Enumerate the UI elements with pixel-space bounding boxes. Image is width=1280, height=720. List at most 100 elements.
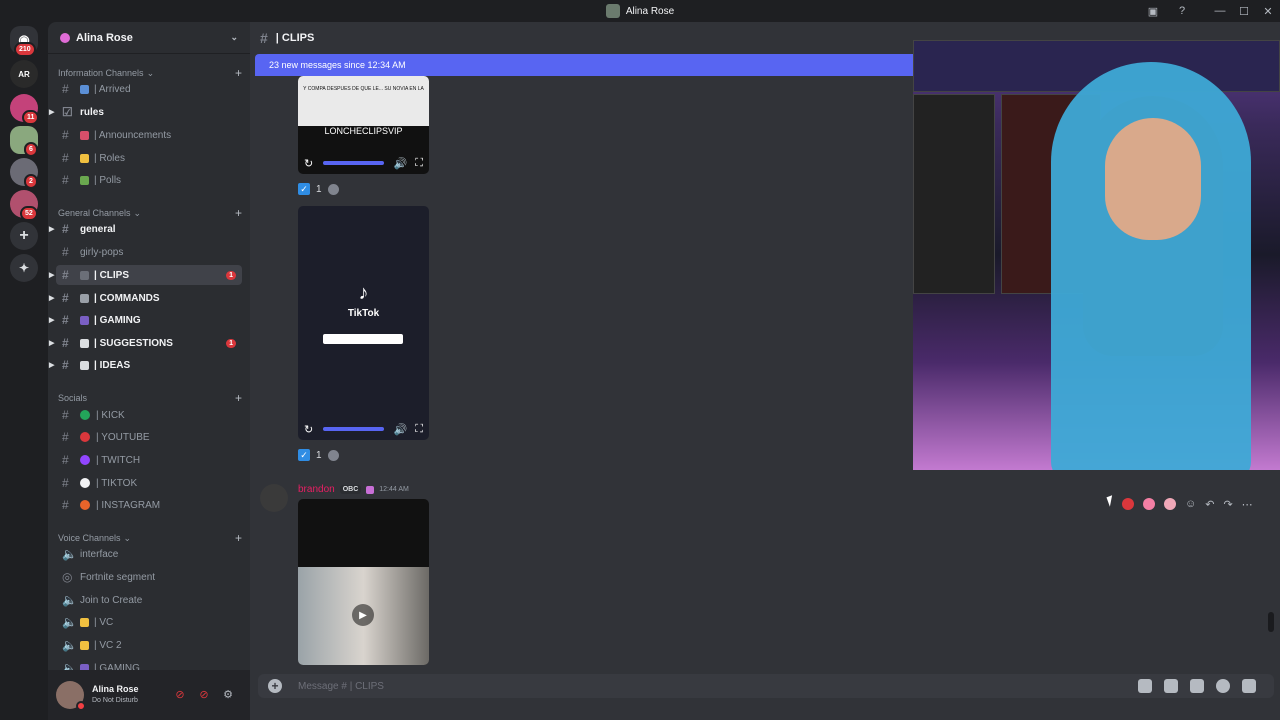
channel-roles[interactable]: # | Roles: [56, 148, 242, 168]
checkmark-reaction-icon[interactable]: ✓: [298, 183, 310, 195]
user-panel[interactable]: Alina Rose Do Not Disturb ⊘ ⊘ ⚙: [48, 670, 250, 720]
channel-label: | CLIPS: [94, 269, 130, 281]
avatar[interactable]: [56, 681, 86, 711]
chart-icon: [80, 175, 89, 185]
tiktok-logo-icon: ♪: [358, 282, 369, 304]
avatar[interactable]: [260, 484, 288, 512]
headphones-deafened-icon[interactable]: ⊘: [196, 686, 212, 702]
notebook-icon: [80, 360, 89, 370]
channel-twitch[interactable]: # | TWITCH: [56, 450, 242, 470]
emoji-icon[interactable]: [1216, 679, 1230, 693]
channel-girly-pops[interactable]: # girly-pops: [56, 242, 242, 262]
mic-muted-icon[interactable]: ⊘: [172, 686, 188, 702]
message-header: brandon OBC 12:44 AM: [298, 484, 409, 495]
voice-vc2[interactable]: 🔈 | VC 2: [56, 635, 242, 655]
reply-icon[interactable]: ↶: [1205, 498, 1214, 511]
channel-clips[interactable]: ▶ # | CLIPS 1: [49, 265, 242, 285]
fullscreen-icon[interactable]: ⛶: [415, 157, 423, 170]
minimize-button[interactable]: —: [1209, 2, 1231, 20]
server-ar[interactable]: AR: [10, 60, 38, 88]
channel-youtube[interactable]: # | YOUTUBE: [56, 427, 242, 447]
server-item[interactable]: 6: [10, 126, 38, 157]
video-attachment[interactable]: ▶: [298, 499, 429, 665]
channel-arrived[interactable]: # | Arrived: [56, 79, 242, 99]
category-general[interactable]: General Channels ⌄ +: [58, 206, 242, 220]
voice-fortnite[interactable]: ◎ Fortnite segment: [56, 567, 242, 587]
channel-kick[interactable]: # | KICK: [56, 405, 242, 425]
heart-reaction-icon[interactable]: [1122, 498, 1134, 510]
voice-join-to-create[interactable]: 🔈 Join to Create: [56, 590, 242, 610]
channel-announcements[interactable]: # | Announcements: [56, 125, 242, 145]
inbox-icon[interactable]: ▣: [1142, 2, 1164, 20]
explore-icon[interactable]: ✦: [10, 254, 38, 282]
gift-icon[interactable]: [1138, 679, 1152, 693]
checkmark-reaction-icon[interactable]: ✓: [298, 449, 310, 461]
channel-label: girly-pops: [80, 246, 124, 258]
video-attachment[interactable]: ♪ TikTok ↻ 🔊 ⛶: [298, 206, 429, 440]
hash-icon: #: [62, 291, 69, 305]
home-button[interactable]: ◉ 210: [10, 26, 38, 57]
add-channel-icon[interactable]: +: [235, 531, 242, 545]
category-information[interactable]: Information Channels ⌄ +: [58, 66, 242, 80]
channel-label: | Announcements: [94, 129, 172, 141]
channel-instagram[interactable]: # | INSTAGRAM: [56, 495, 242, 515]
close-button[interactable]: ✕: [1257, 2, 1279, 20]
video-attachment[interactable]: Y COMPA DESPUES DE QUE LE... SU NOVIA EN…: [298, 76, 429, 174]
controller-icon: [80, 315, 89, 325]
play-icon[interactable]: ▶: [352, 604, 374, 626]
server-item[interactable]: 52: [10, 190, 38, 221]
message-input[interactable]: Message # | CLIPS: [298, 681, 384, 692]
volume-icon[interactable]: 🔊: [394, 423, 408, 436]
channel-gaming[interactable]: ▶ # | GAMING: [49, 310, 242, 330]
channel-commands[interactable]: ▶ # | COMMANDS: [49, 288, 242, 308]
gif-icon[interactable]: [1164, 679, 1178, 693]
add-reaction-icon[interactable]: [327, 449, 339, 461]
category-voice[interactable]: Voice Channels ⌄ +: [58, 531, 242, 545]
fullscreen-icon[interactable]: ⛶: [415, 423, 423, 436]
scrollbar[interactable]: [1268, 612, 1274, 632]
add-server-icon[interactable]: +: [10, 222, 38, 250]
hash-icon: #: [62, 313, 69, 327]
add-channel-icon[interactable]: +: [235, 206, 242, 220]
voice-interface[interactable]: 🔈 interface: [56, 544, 242, 564]
author-name[interactable]: brandon: [298, 484, 335, 495]
channel-suggestions[interactable]: ▶ # | SUGGESTIONS 1: [49, 333, 242, 353]
add-attachment-icon[interactable]: +: [268, 679, 282, 693]
more-icon[interactable]: ⋯: [1242, 498, 1253, 511]
heart-reaction-icon[interactable]: [1143, 498, 1155, 510]
folder-icon: [80, 338, 89, 348]
replay-icon[interactable]: ↻: [304, 423, 313, 436]
progress-bar[interactable]: [323, 427, 384, 431]
guild-header[interactable]: Alina Rose ⌄: [48, 22, 250, 54]
channel-general[interactable]: ▶ # general: [49, 219, 242, 239]
server-item[interactable]: 2: [10, 158, 38, 189]
channel-polls[interactable]: # | Polls: [56, 170, 242, 190]
server-item[interactable]: 11: [10, 94, 40, 125]
forward-icon[interactable]: ↷: [1223, 498, 1232, 511]
add-reaction-icon[interactable]: ☺: [1185, 498, 1196, 510]
unread-indicator: ▶: [49, 340, 55, 347]
channel-ideas[interactable]: ▶ # | IDEAS: [49, 355, 242, 375]
server-badge: 11: [22, 110, 40, 125]
channel-tiktok[interactable]: # | TIKTOK: [56, 473, 242, 493]
maximize-button[interactable]: ☐: [1233, 2, 1255, 20]
add-channel-icon[interactable]: +: [235, 66, 242, 80]
message-composer[interactable]: + Message # | CLIPS: [258, 674, 1274, 698]
gear-icon[interactable]: ⚙: [220, 686, 236, 702]
category-socials[interactable]: Socials +: [58, 391, 242, 405]
channel-rules[interactable]: ▶ ☑ rules: [49, 102, 242, 122]
reaction-row: ✓ 1: [298, 446, 339, 464]
progress-bar[interactable]: [323, 161, 384, 165]
apps-icon[interactable]: [1242, 679, 1256, 693]
volume-icon[interactable]: 🔊: [394, 157, 408, 170]
channel-label: | TWITCH: [96, 454, 141, 466]
heart-reaction-icon[interactable]: [1164, 498, 1176, 510]
category-label: Socials: [58, 393, 88, 403]
voice-vc[interactable]: 🔈 | VC: [56, 612, 242, 632]
add-reaction-icon[interactable]: [327, 183, 339, 195]
sticker-icon[interactable]: [1190, 679, 1204, 693]
help-icon[interactable]: ?: [1171, 2, 1193, 20]
replay-icon[interactable]: ↻: [304, 157, 313, 170]
channel-label: | Roles: [94, 152, 125, 164]
add-channel-icon[interactable]: +: [235, 391, 242, 405]
